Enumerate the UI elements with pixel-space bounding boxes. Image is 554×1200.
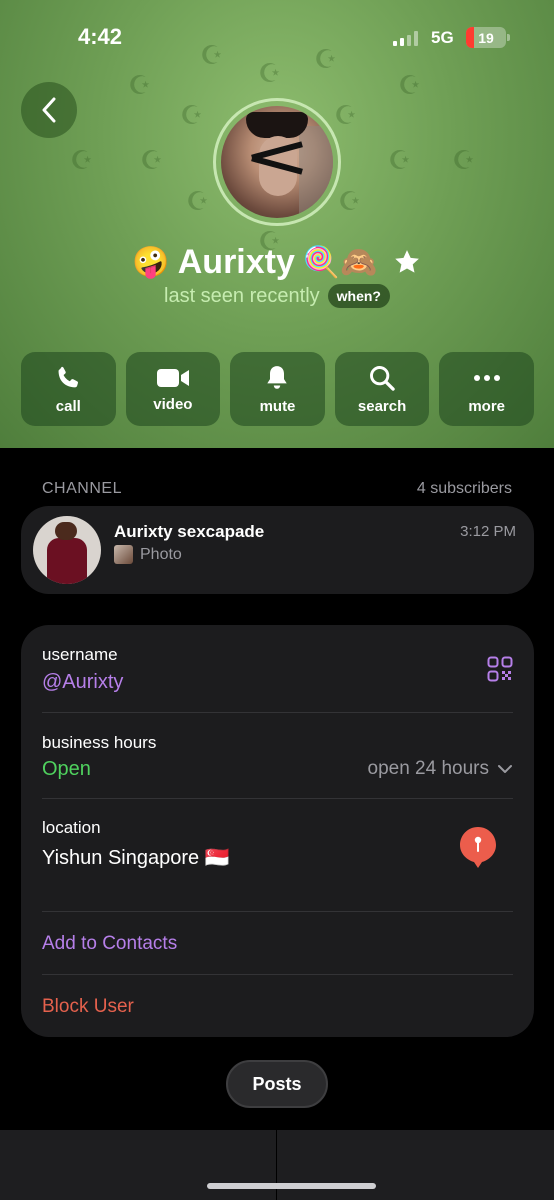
last-seen-text: last seen recently (164, 284, 320, 307)
channel-time: 3:12 PM (460, 523, 516, 540)
call-button[interactable]: call (21, 352, 116, 426)
video-camera-icon (156, 368, 189, 387)
name-emoji-suffix: 🍭🙈 (302, 245, 378, 279)
home-indicator (207, 1183, 376, 1189)
channel-avatar (33, 516, 101, 584)
qr-code-icon[interactable] (487, 656, 513, 682)
username-label: username (42, 645, 118, 664)
profile-name-row: 🤪 Aurixty 🍭🙈 (0, 240, 554, 284)
back-button[interactable] (21, 82, 77, 138)
search-icon (370, 365, 395, 391)
business-hours-status: Open (42, 758, 91, 780)
video-label: video (153, 395, 193, 413)
chevron-down-icon (498, 765, 512, 773)
add-to-contacts-button[interactable]: Add to Contacts (42, 933, 177, 955)
profile-header: ☪ ☪ ☪ ☪ ☪ ☪ ☪ ☪ ☪ ☪ ☪ ☪ ☪ ☪ 4:42 5G 19 🤪… (0, 0, 554, 448)
when-button[interactable]: when? (327, 284, 390, 308)
posts-button[interactable]: Posts (226, 1060, 328, 1108)
channel-preview: Photo (114, 545, 182, 564)
search-button[interactable]: search (334, 352, 430, 426)
chevron-left-icon (42, 97, 56, 123)
search-label: search (357, 397, 407, 415)
avatar-image (221, 106, 333, 218)
channel-section-header: CHANNEL 4 subscribers (42, 480, 512, 498)
status-bar: 4:42 5G 19 (0, 0, 554, 74)
channel-card[interactable]: Aurixty sexcapade 3:12 PM Photo (21, 506, 534, 594)
status-time: 4:42 (78, 24, 123, 49)
channel-subscribers: 4 subscribers (416, 480, 512, 497)
call-label: call (55, 397, 81, 415)
battery-icon: 19 (466, 27, 506, 48)
video-button[interactable]: video (125, 352, 221, 426)
signal-icon (393, 31, 418, 46)
username-value[interactable]: @Aurixty (42, 671, 123, 694)
profile-avatar[interactable] (213, 98, 341, 226)
star-icon[interactable] (392, 247, 422, 277)
more-button[interactable]: more (439, 352, 534, 426)
map-pin-icon[interactable] (458, 825, 498, 869)
channel-section-label: CHANNEL (42, 480, 122, 497)
phone-icon (58, 366, 79, 387)
bell-icon (267, 365, 288, 389)
more-label: more (468, 397, 506, 415)
name-emoji-prefix: 🤪 (132, 245, 170, 279)
location-label: location (42, 818, 101, 837)
network-type: 5G (431, 28, 454, 47)
channel-title: Aurixty sexcapade (114, 522, 265, 541)
battery-level: 19 (478, 29, 494, 46)
more-dots-icon (473, 374, 500, 381)
photo-thumbnail (114, 545, 133, 564)
business-hours-label: business hours (42, 733, 157, 752)
block-user-button[interactable]: Block User (42, 996, 134, 1018)
location-value[interactable]: Yishun Singapore 🇸🇬 (42, 845, 230, 870)
business-hours-detail: open 24 hours (367, 758, 490, 779)
mute-button[interactable]: mute (230, 352, 325, 426)
action-bar: call video mute search more (21, 352, 534, 426)
info-card: username @Aurixty business hours Open op… (21, 625, 534, 1037)
bottom-tab-bar (0, 1130, 554, 1200)
mute-label: mute (259, 397, 296, 415)
last-seen-row: last seen recently when? (0, 282, 554, 310)
business-hours-toggle[interactable]: open 24 hours (368, 758, 514, 780)
profile-name: Aurixty (177, 242, 295, 281)
channel-preview-text: Photo (140, 545, 182, 563)
